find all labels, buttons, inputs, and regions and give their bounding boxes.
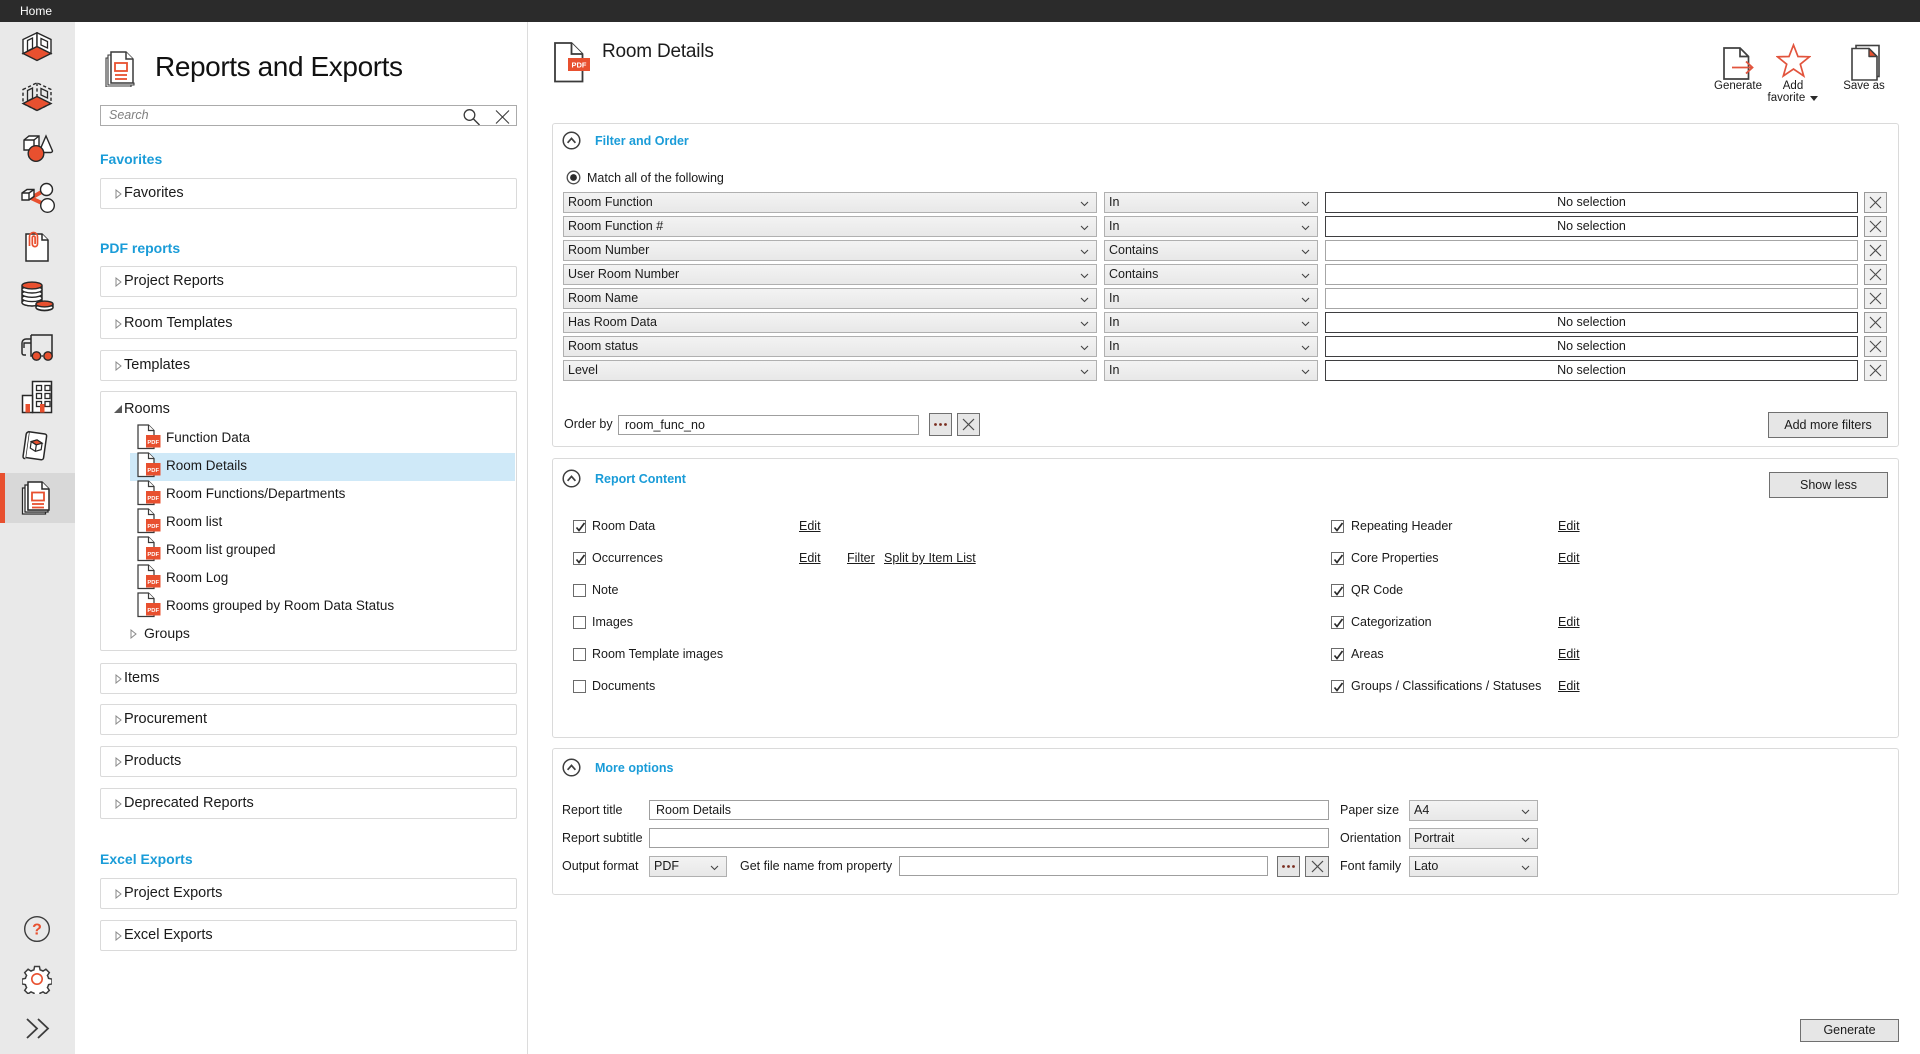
- svg-text:PDF: PDF: [572, 61, 587, 70]
- svg-text:PDF: PDF: [147, 552, 159, 558]
- svg-text:?: ?: [32, 922, 42, 939]
- svg-text:PDF: PDF: [147, 580, 159, 586]
- svg-text:PDF: PDF: [147, 496, 159, 502]
- svg-text:PDF: PDF: [147, 608, 159, 614]
- svg-text:PDF: PDF: [147, 524, 159, 530]
- svg-text:PDF: PDF: [147, 440, 159, 446]
- svg-text:PDF: PDF: [147, 468, 159, 474]
